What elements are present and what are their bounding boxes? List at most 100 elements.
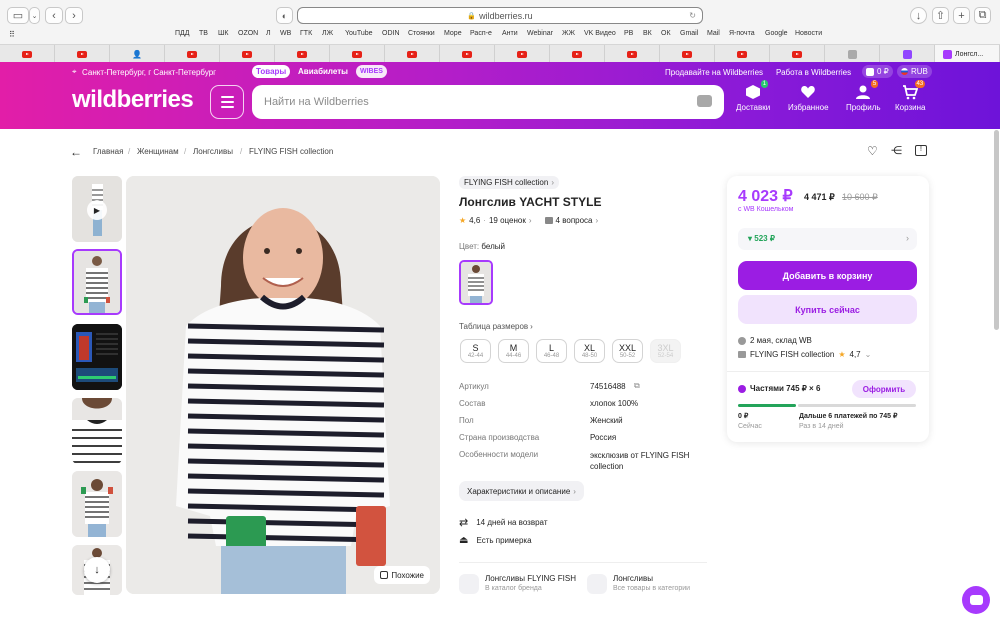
nav-delivery[interactable]: 1 Доставки bbox=[736, 80, 770, 112]
bookmark[interactable]: Л bbox=[266, 30, 271, 37]
cashback-row[interactable]: ▾ 523 ₽ › bbox=[738, 228, 917, 250]
nav-favorites[interactable]: Избранное bbox=[788, 84, 829, 112]
tab-goods[interactable]: Товары bbox=[252, 65, 291, 78]
breadcrumb-item[interactable]: Женщинам bbox=[137, 147, 179, 156]
tab-youtube[interactable] bbox=[0, 45, 55, 63]
balance-pill[interactable]: 0 ₽ bbox=[862, 65, 893, 78]
tab-youtube[interactable] bbox=[550, 45, 605, 63]
bookmark[interactable]: РВ bbox=[624, 30, 633, 37]
bookmark[interactable]: Расп-е bbox=[470, 30, 492, 37]
bookmark[interactable]: ТВ bbox=[199, 30, 208, 37]
tab-youtube[interactable] bbox=[605, 45, 660, 63]
bookmark[interactable]: WB bbox=[280, 30, 291, 37]
bookmark[interactable]: ВК bbox=[643, 30, 652, 37]
tab-youtube[interactable] bbox=[660, 45, 715, 63]
download-icon[interactable]: ↓ bbox=[910, 7, 927, 24]
bookmark[interactable]: Новости bbox=[795, 30, 822, 37]
share-icon[interactable]: ⇧ bbox=[932, 7, 949, 24]
bookmark[interactable]: ЛЖ bbox=[322, 30, 333, 37]
sidebar-toggle-icon[interactable]: ▭ bbox=[7, 7, 29, 24]
bookmark[interactable]: Анти bbox=[502, 30, 518, 37]
reviews-link[interactable]: 19 оценок bbox=[489, 216, 526, 225]
tab-youtube[interactable] bbox=[385, 45, 440, 63]
bookmark[interactable]: ЖЖ bbox=[562, 30, 575, 37]
bookmark[interactable]: ШК bbox=[218, 30, 229, 37]
thumbnail-5[interactable]: ↓ bbox=[72, 545, 122, 595]
size-table-link[interactable]: Таблица размеров › bbox=[459, 322, 533, 331]
tab-active[interactable]: Лонгсл... bbox=[935, 45, 1000, 63]
tab-twitch[interactable] bbox=[880, 45, 935, 63]
size-option[interactable]: M 44-46 bbox=[498, 339, 529, 363]
tabs-overview-icon[interactable]: ⧉ bbox=[974, 7, 991, 24]
tab-avatar[interactable]: 👤 bbox=[110, 45, 165, 63]
seller-info[interactable]: FLYING FISH collection ★ 4,7 ⌄ bbox=[738, 350, 871, 359]
scrollbar-thumb[interactable] bbox=[994, 130, 999, 330]
forward-button[interactable]: › bbox=[65, 7, 83, 24]
bookmark[interactable]: Webinar bbox=[527, 30, 553, 37]
bookmark[interactable]: ODIN bbox=[382, 30, 400, 37]
tab-wibes[interactable]: WIBES bbox=[356, 65, 387, 78]
tab-youtube[interactable] bbox=[275, 45, 330, 63]
size-option[interactable]: S 42-44 bbox=[460, 339, 491, 363]
currency-pill[interactable]: RUB bbox=[897, 65, 932, 78]
product-main-image[interactable]: Похожие bbox=[126, 176, 440, 594]
chevron-down-icon[interactable]: ⌄ bbox=[29, 7, 40, 24]
chat-button[interactable] bbox=[962, 586, 990, 614]
bookmark[interactable]: YouTube bbox=[345, 30, 373, 37]
bookmark[interactable]: Я-почта bbox=[729, 30, 755, 37]
tab-generic[interactable] bbox=[825, 45, 880, 63]
tab-youtube[interactable] bbox=[495, 45, 550, 63]
reader-icon[interactable]: ◐ bbox=[276, 7, 293, 24]
bookmark[interactable]: Море bbox=[444, 30, 462, 37]
add-to-cart-button[interactable]: Добавить в корзину bbox=[738, 261, 917, 290]
location-link[interactable]: Санкт-Петербург, г Санкт-Петербург bbox=[82, 68, 216, 77]
address-bar[interactable]: 🔒 wildberries.ru ↻ bbox=[297, 7, 703, 24]
thumbnail-1[interactable] bbox=[72, 249, 122, 315]
bookmark[interactable]: ОК bbox=[661, 30, 671, 37]
bookmark[interactable]: Стоянки bbox=[408, 30, 435, 37]
tab-youtube[interactable] bbox=[440, 45, 495, 63]
tab-youtube[interactable] bbox=[330, 45, 385, 63]
buy-now-button[interactable]: Купить сейчас bbox=[738, 295, 917, 324]
category-link[interactable]: Лонгсливы Все товары в категории bbox=[587, 574, 690, 594]
tab-youtube[interactable] bbox=[55, 45, 110, 63]
bookmark[interactable]: OZON bbox=[238, 30, 258, 37]
thumbnail-3[interactable] bbox=[72, 398, 122, 464]
article-value[interactable]: 74516488 bbox=[590, 382, 626, 391]
sell-link[interactable]: Продавайте на Wildberries bbox=[665, 68, 763, 77]
back-arrow-icon[interactable]: ← bbox=[70, 145, 82, 159]
wallet-note[interactable]: с WB Кошельком bbox=[738, 206, 794, 213]
share-icon[interactable]: ⋲ bbox=[891, 144, 902, 157]
bookmark[interactable]: Mail bbox=[707, 30, 720, 37]
brand-catalog-link[interactable]: Лонгсливы FLYING FISH В каталог бренда bbox=[459, 574, 577, 594]
menu-button[interactable] bbox=[210, 85, 244, 119]
report-icon[interactable]: ! bbox=[915, 145, 927, 156]
tab-youtube[interactable] bbox=[165, 45, 220, 63]
color-swatch-white[interactable] bbox=[459, 260, 493, 305]
bookmark[interactable]: ГТК bbox=[300, 30, 312, 37]
size-option[interactable]: XL 48-50 bbox=[574, 339, 605, 363]
installments-button[interactable]: Оформить bbox=[852, 380, 916, 398]
copy-icon[interactable]: ⧉ bbox=[634, 381, 640, 391]
bookmark[interactable]: Gmail bbox=[680, 30, 698, 37]
size-option[interactable]: L 46-48 bbox=[536, 339, 567, 363]
heart-outline-icon[interactable]: ♡ bbox=[867, 144, 878, 158]
size-option[interactable]: XXL 50-52 bbox=[612, 339, 643, 363]
nav-cart[interactable]: 43 Корзина bbox=[895, 80, 925, 112]
breadcrumb-item[interactable]: Лонгсливы bbox=[193, 147, 233, 156]
tab-youtube[interactable] bbox=[220, 45, 275, 63]
thumbnail-4[interactable] bbox=[72, 471, 122, 537]
bookmark[interactable]: Google bbox=[765, 30, 788, 37]
details-button[interactable]: Характеристики и описание › bbox=[459, 481, 584, 501]
similar-button[interactable]: Похожие bbox=[374, 566, 430, 584]
camera-icon[interactable] bbox=[697, 95, 712, 107]
site-logo[interactable]: wildberries bbox=[72, 86, 194, 114]
tab-flights[interactable]: Авиабилеты bbox=[298, 67, 348, 76]
work-link[interactable]: Работа в Wildberries bbox=[776, 68, 851, 77]
search-input[interactable]: Найти на Wildberries bbox=[252, 85, 724, 119]
brand-link[interactable]: FLYING FISH collection › bbox=[459, 176, 559, 189]
thumbnail-video[interactable]: ▶ bbox=[72, 176, 122, 242]
breadcrumb-item[interactable]: FLYING FISH collection bbox=[249, 147, 333, 156]
reload-icon[interactable]: ↻ bbox=[689, 11, 696, 20]
back-button[interactable]: ‹ bbox=[45, 7, 63, 24]
